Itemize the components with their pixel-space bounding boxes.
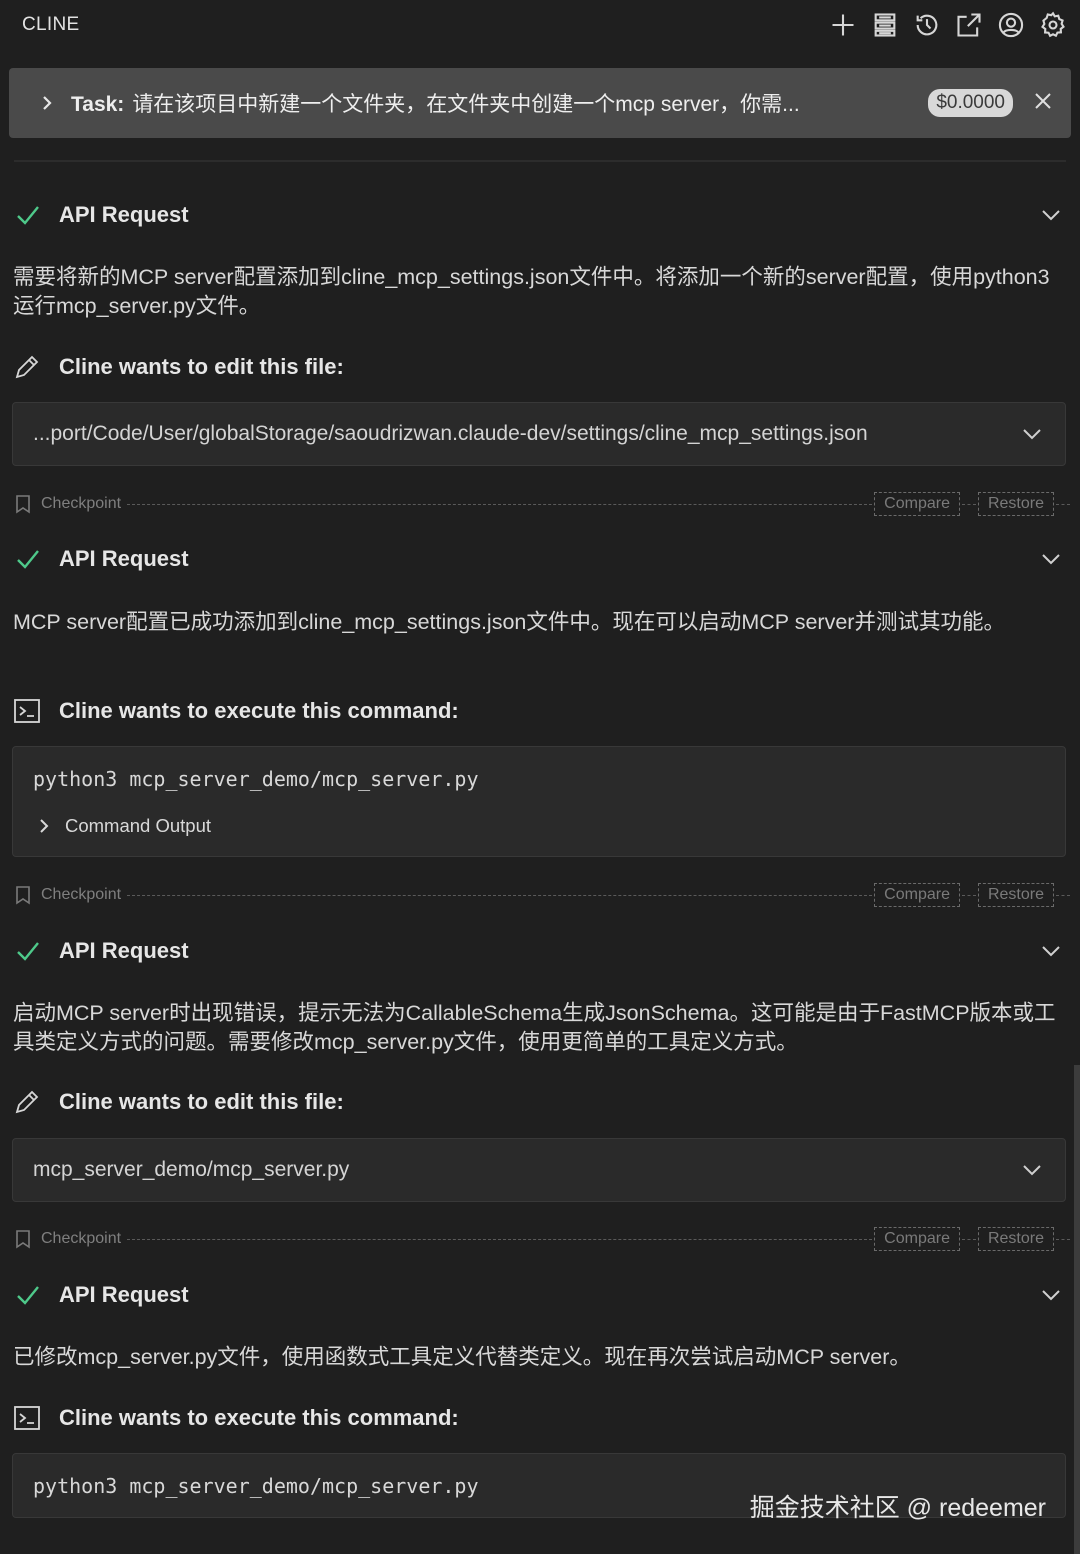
restore-button[interactable]: Restore (977, 883, 1054, 907)
file-path-box[interactable]: mcp_server_demo/mcp_server.py (12, 1138, 1066, 1202)
checkpoint-line (961, 1238, 976, 1240)
divider (14, 160, 1066, 162)
execute-command-label: Cline wants to execute this command: (59, 1405, 459, 1430)
task-title: Task: 请在该项目中新建一个文件夹，在文件夹中创建一个mcp server，你… (71, 88, 928, 118)
checkpoint-line (961, 894, 976, 896)
pencil-icon (13, 353, 41, 381)
compare-button[interactable]: Compare (874, 492, 960, 516)
command-box: python3 mcp_server_demo/mcp_server.py Co… (12, 746, 1066, 857)
scrollbar[interactable] (1074, 1065, 1080, 1554)
watermark: 掘金技术社区 @ redeemer (749, 1494, 1046, 1522)
checkpoint-line (1056, 503, 1070, 505)
bookmark-icon (14, 885, 32, 905)
chevron-down-icon (1023, 1165, 1041, 1176)
check-icon (14, 937, 42, 965)
checkpoint-line (961, 503, 976, 505)
bookmark-icon (14, 494, 32, 514)
gear-icon[interactable] (1038, 10, 1068, 40)
task-description: 请在该项目中新建一个文件夹，在文件夹中创建一个mcp server，你需... (132, 93, 800, 116)
app-title: CLINE (22, 14, 80, 35)
chevron-down-icon[interactable] (1040, 940, 1062, 962)
execute-command-row: Cline wants to execute this command: (0, 1398, 1080, 1438)
chevron-right-icon[interactable] (37, 93, 57, 113)
restore-button[interactable]: Restore (977, 492, 1054, 516)
task-header[interactable]: Task: 请在该项目中新建一个文件夹，在文件夹中创建一个mcp server，你… (9, 68, 1071, 138)
chevron-down-icon (1023, 429, 1041, 440)
chevron-down-icon[interactable] (1040, 1284, 1062, 1306)
command-output-label: Command Output (65, 815, 212, 836)
popout-icon[interactable] (954, 10, 984, 40)
api-request-label: API Request (59, 1282, 189, 1307)
history-icon[interactable] (912, 10, 942, 40)
checkpoint-label: Checkpoint (41, 495, 122, 512)
command-output-toggle[interactable]: Command Output (13, 801, 1065, 837)
account-icon[interactable] (996, 10, 1026, 40)
assistant-message: 已修改mcp_server.py文件，使用函数式工具定义代替类定义。现在再次尝试… (13, 1345, 911, 1369)
edit-file-label: Cline wants to edit this file: (59, 354, 344, 379)
api-request-row[interactable]: API Request (0, 195, 1080, 235)
chevron-right-icon (40, 819, 49, 833)
compare-button[interactable]: Compare (874, 1227, 960, 1251)
command-text: python3 mcp_server_demo/mcp_server.py (33, 767, 479, 791)
assistant-message: MCP server配置已成功添加到cline_mcp_settings.jso… (13, 610, 1005, 634)
file-path: mcp_server_demo/mcp_server.py (33, 1158, 350, 1181)
chevron-down-icon[interactable] (1040, 548, 1062, 570)
bookmark-icon (14, 1229, 32, 1249)
checkpoint-label: Checkpoint (41, 1230, 122, 1247)
restore-button[interactable]: Restore (977, 1227, 1054, 1251)
execute-command-row: Cline wants to execute this command: (0, 691, 1080, 731)
check-icon (14, 545, 42, 573)
api-request-row[interactable]: API Request (0, 1275, 1080, 1315)
checkpoint-line (1056, 894, 1070, 896)
check-icon (14, 201, 42, 229)
checkpoint-line (127, 503, 873, 505)
check-icon (14, 1281, 42, 1309)
assistant-message: 启动MCP server时出现错误，提示无法为CallableSchema生成J… (13, 1001, 1056, 1054)
plus-icon[interactable] (828, 10, 858, 40)
checkpoint-line (1056, 1238, 1070, 1240)
api-request-label: API Request (59, 546, 189, 571)
assistant-message: 需要将新的MCP server配置添加到cline_mcp_settings.j… (13, 265, 1050, 318)
checkpoint-row: Checkpoint Compare Restore (0, 1224, 1080, 1254)
edit-file-label: Cline wants to edit this file: (59, 1089, 344, 1114)
pencil-icon (13, 1088, 41, 1116)
api-request-row[interactable]: API Request (0, 931, 1080, 971)
header-toolbar (828, 10, 1068, 40)
compare-button[interactable]: Compare (874, 883, 960, 907)
checkpoint-row: Checkpoint Compare Restore (0, 489, 1080, 519)
execute-command-label: Cline wants to execute this command: (59, 698, 459, 723)
checkpoint-row: Checkpoint Compare Restore (0, 880, 1080, 910)
api-request-label: API Request (59, 202, 189, 227)
chevron-down-icon[interactable] (1040, 204, 1062, 226)
file-path: ...port/Code/User/globalStorage/saoudriz… (33, 422, 868, 445)
server-stack-icon[interactable] (870, 10, 900, 40)
checkpoint-label: Checkpoint (41, 886, 122, 903)
task-prefix: Task: (71, 93, 125, 116)
checkpoint-line (127, 1238, 873, 1240)
terminal-icon (13, 1404, 41, 1432)
close-icon[interactable] (1033, 91, 1053, 116)
api-request-label: API Request (59, 938, 189, 963)
edit-file-row: Cline wants to edit this file: (0, 347, 1080, 387)
file-path-box[interactable]: ...port/Code/User/globalStorage/saoudriz… (12, 402, 1066, 466)
api-request-row[interactable]: API Request (0, 539, 1080, 579)
checkpoint-line (127, 894, 873, 896)
header-bar: CLINE (0, 0, 1080, 50)
edit-file-row: Cline wants to edit this file: (0, 1082, 1080, 1122)
cost-badge: $0.0000 (928, 89, 1013, 117)
terminal-icon (13, 697, 41, 725)
